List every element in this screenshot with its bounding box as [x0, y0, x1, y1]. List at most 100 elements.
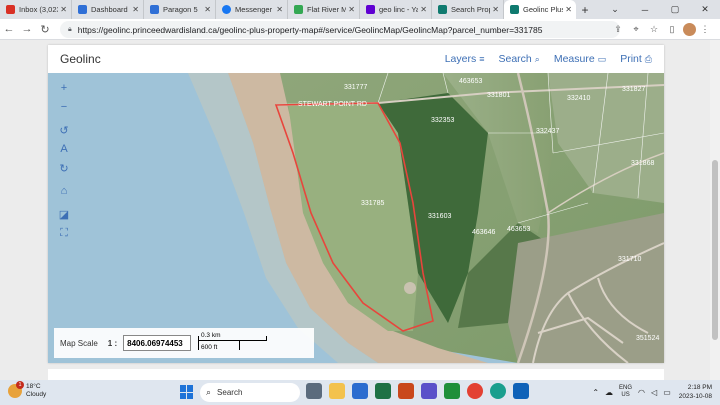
battery-icon[interactable]: ▭	[663, 388, 671, 397]
aerial-map[interactable]: STEWART POINT RD 331777 463653 331801 33…	[48, 73, 664, 363]
tab-messenger[interactable]: Messenger | ✕	[216, 0, 288, 19]
avatar[interactable]	[683, 23, 696, 36]
task-view-icon[interactable]	[306, 383, 322, 399]
outlook-icon[interactable]	[513, 383, 529, 399]
start-button[interactable]	[180, 385, 194, 399]
clock[interactable]: 2:18 PM 2023-10-08	[679, 383, 712, 401]
parcel-label-332353: 332353	[431, 117, 454, 124]
search-icon: ⌕	[534, 53, 540, 64]
url-text: https://geolinc.princeedwardisland.ca/ge…	[77, 24, 543, 35]
new-tab-button[interactable]: +	[576, 0, 594, 19]
tab-dashboard[interactable]: Dashboard | ✕	[72, 0, 144, 19]
toolbar-actions: ⇪ ⌖ ☆ ▯ ⋮	[609, 21, 714, 38]
share-icon[interactable]: ⇪	[609, 21, 627, 38]
address-bar: ← → ↻ 🔒︎ https://geolinc.princeedwardisl…	[0, 19, 720, 40]
chrome-icon[interactable]	[467, 383, 483, 399]
wifi-icon[interactable]: ◠	[638, 388, 645, 397]
layers-button[interactable]: Layers ≡	[445, 53, 485, 65]
maximize-icon[interactable]: ▢	[660, 0, 690, 19]
tab-label: Geolinc Plus	[523, 5, 564, 14]
weather-temp: 18°C	[26, 383, 41, 390]
volume-icon[interactable]: ◁	[651, 388, 657, 397]
print-label: Print	[620, 53, 642, 65]
back-icon[interactable]: ←	[0, 20, 18, 38]
tab-geolinc-plus[interactable]: Geolinc Plus ✕	[504, 0, 576, 19]
location-icon[interactable]: ⌖	[627, 21, 645, 38]
sidepanel-icon[interactable]: ▯	[663, 21, 681, 38]
menu-icon[interactable]: ⋮	[696, 21, 714, 38]
tab-search-property[interactable]: Search Prop... ✕	[432, 0, 504, 19]
taskbar-search[interactable]: ⌕ Search	[200, 383, 300, 402]
system-tray: ⌃ ☁ ENG US ◠ ◁ ▭ 2:18 PM 2023-10-08	[586, 383, 712, 401]
map-scale-panel: Map Scale 1 : 0.3 km 600 ft	[54, 328, 314, 358]
close-icon[interactable]: ✕	[204, 5, 211, 14]
tab-search-icon[interactable]: ⌄	[600, 0, 630, 19]
excel-icon[interactable]	[375, 383, 391, 399]
search-button[interactable]: Search ⌕	[499, 53, 540, 65]
zoom-in-icon[interactable]: +	[55, 79, 73, 97]
word-icon[interactable]	[352, 383, 368, 399]
star-icon[interactable]: ☆	[645, 21, 663, 38]
tab-flat-river[interactable]: Flat River M... ✕	[288, 0, 360, 19]
file-explorer-icon[interactable]	[329, 383, 345, 399]
close-icon[interactable]: ✕	[348, 5, 355, 14]
forward-icon[interactable]: →	[18, 20, 36, 38]
overview-icon[interactable]: ◪	[55, 205, 73, 223]
tab-label: Paragon 5	[163, 5, 198, 14]
geolinc-icon	[510, 5, 519, 14]
parcel-label-331785: 331785	[361, 200, 384, 207]
rotate-left-icon[interactable]: ↺	[55, 121, 73, 139]
minimize-icon[interactable]: ─	[630, 0, 660, 19]
parcel-label-351524: 351524	[636, 335, 659, 342]
search-icon: ⌕	[206, 387, 212, 397]
weather-widget[interactable]: 1 18°C Cloudy	[8, 381, 46, 399]
close-window-icon[interactable]: ✕	[690, 0, 720, 19]
search-label: Search	[498, 53, 532, 65]
tab-gmail[interactable]: Inbox (3,023) ✕	[0, 0, 72, 19]
shield-icon[interactable]	[398, 383, 414, 399]
zoom-out-icon[interactable]: −	[55, 98, 73, 116]
scalebar-km-label: 0.3 km	[201, 332, 221, 339]
tab-yahoo[interactable]: geo linc - Ya... ✕	[360, 0, 432, 19]
close-icon[interactable]: ✕	[420, 5, 427, 14]
close-icon[interactable]: ✕	[60, 5, 67, 14]
tab-label: Inbox (3,023)	[19, 5, 58, 14]
close-icon[interactable]: ✕	[565, 5, 572, 14]
tab-paragon[interactable]: Paragon 5 ✕	[144, 0, 216, 19]
reload-icon[interactable]: ↻	[36, 20, 54, 38]
edge-icon[interactable]	[490, 383, 506, 399]
language-indicator[interactable]: ENG US	[619, 385, 632, 399]
parcel-label-332437: 332437	[536, 128, 559, 135]
lock-icon[interactable]: 🔒︎	[68, 26, 72, 34]
home-icon[interactable]: ⌂	[55, 182, 73, 200]
parcel-label-331603: 331603	[428, 213, 451, 220]
app-title: Geolinc	[60, 52, 101, 66]
rotate-right-icon[interactable]: ↻	[55, 159, 73, 177]
scalebar-tick	[266, 336, 267, 341]
teams-icon[interactable]	[421, 383, 437, 399]
taskbar: 1 18°C Cloudy ⌕ Search ⌃ ☁ ENG US ◠ ◁ ▭ …	[0, 380, 720, 405]
chevron-up-icon[interactable]: ⌃	[592, 388, 599, 397]
language-code: ENG	[619, 385, 633, 391]
scrollbar[interactable]	[710, 40, 720, 380]
fullscreen-icon[interactable]: ⛶	[55, 224, 73, 242]
measure-button[interactable]: Measure ▭	[554, 53, 606, 65]
map-view[interactable]: STEWART POINT RD 331777 463653 331801 33…	[48, 73, 664, 363]
tab-label: Search Prop...	[451, 5, 490, 14]
clock-date: 2023-10-08	[678, 393, 712, 400]
close-icon[interactable]: ✕	[492, 5, 499, 14]
scroll-thumb[interactable]	[712, 160, 718, 340]
close-icon[interactable]: ✕	[132, 5, 139, 14]
close-icon[interactable]: ✕	[276, 5, 283, 14]
north-arrow-icon[interactable]: A	[55, 140, 73, 158]
print-button[interactable]: Print ⎙	[620, 53, 652, 65]
app-header: Geolinc Layers ≡ Search ⌕ Measure ▭ Print ⎙	[48, 45, 664, 73]
geolinc-icon	[438, 5, 447, 14]
url-input[interactable]: 🔒︎ https://geolinc.princeedwardisland.ca…	[60, 21, 620, 38]
map-scale-input[interactable]	[123, 335, 192, 351]
parcel-label-331801: 331801	[487, 92, 510, 99]
site-icon	[78, 5, 87, 14]
scalebar-line	[198, 340, 266, 341]
xbox-icon[interactable]	[444, 383, 460, 399]
cloud-icon[interactable]: ☁	[605, 388, 613, 397]
